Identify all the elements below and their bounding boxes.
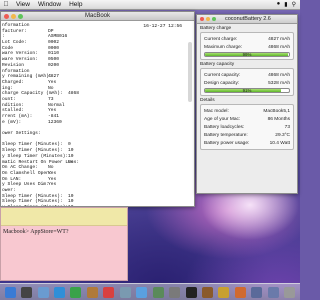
- detail-label: Battery power usage:: [204, 140, 250, 146]
- detail-value: 29.3°C: [275, 132, 290, 138]
- detail-row: Age of your Mac: 86 Months: [204, 115, 290, 123]
- iphoto-icon[interactable]: [152, 286, 164, 298]
- documents-icon[interactable]: [267, 286, 279, 298]
- terminal-output[interactable]: 16-12-27 12:56 nformation facturer: DP: ASM…: [1, 21, 194, 206]
- sticky-note-text[interactable]: Macbook> AppStore=WT?: [1, 226, 127, 238]
- spotlight-icon[interactable]: ⚲: [292, 1, 296, 8]
- terminal-line: y Sleep Timer (Minutes):10: [2, 205, 194, 206]
- battery-charge-heading: Battery charge: [200, 26, 232, 31]
- detail-value: 73: [284, 124, 290, 130]
- battery-charge-box: Current charge: 4827 mAh Maximum charge:…: [200, 32, 294, 60]
- charge-percent: 99%: [242, 52, 252, 57]
- menu-view[interactable]: View: [12, 1, 34, 8]
- safari-icon[interactable]: [54, 286, 66, 298]
- detail-label: Age of your Mac:: [204, 116, 241, 122]
- terminal-window: MacBook 16-12-27 12:56 nformation facture…: [0, 11, 195, 207]
- detail-value: MacBook5,1: [263, 108, 290, 114]
- battery-capacity-box: Current capacity: 4868 mAh Design capaci…: [200, 68, 294, 96]
- sticky-note-header: [1, 208, 127, 226]
- details-box: Mac model: MacBook5,1 Age of your Mac: 8…: [200, 104, 294, 150]
- detail-row: Battery power usage: 10.4 Watt: [204, 139, 290, 147]
- window-controls: [200, 17, 216, 21]
- mail-icon[interactable]: [37, 286, 49, 298]
- coconutbattery-titlebar: coconutBattery 2.6: [197, 15, 297, 24]
- current-charge-row: Current charge: 4827 mAh: [204, 35, 290, 43]
- ical-icon[interactable]: [103, 286, 115, 298]
- terminal-titlebar: MacBook: [1, 12, 194, 21]
- app-icon[interactable]: [218, 286, 230, 298]
- max-charge-row: Maximum charge: 4868 mAh: [204, 43, 290, 51]
- terminal-line-value: 10: [68, 205, 74, 206]
- system-preferences-icon[interactable]: [169, 286, 181, 298]
- current-capacity-label: Current capacity:: [204, 72, 241, 78]
- wifi-icon[interactable]: ●: [277, 1, 281, 8]
- menu-bar:  View Window Help ● ▮ ⚲: [0, 0, 300, 10]
- preview-icon[interactable]: [119, 286, 131, 298]
- apple-menu-icon[interactable]: : [0, 1, 12, 8]
- battery-icon[interactable]: ▮: [284, 1, 287, 8]
- finder-icon[interactable]: [4, 286, 16, 298]
- coconutbattery-icon[interactable]: [201, 286, 213, 298]
- menu-help[interactable]: Help: [65, 1, 86, 8]
- detail-row: Mac model: MacBook5,1: [204, 107, 290, 115]
- detail-value: 86 Months: [267, 116, 290, 122]
- design-capacity-label: Design capacity:: [204, 80, 240, 86]
- minimize-button[interactable]: [206, 17, 210, 21]
- max-charge-value: 4868 mAh: [268, 44, 290, 50]
- detail-value: 10.4 Watt: [269, 140, 290, 146]
- close-button[interactable]: [4, 14, 9, 19]
- design-capacity-value: 5328 mAh: [268, 80, 290, 86]
- coconutbattery-window: coconutBattery 2.6 Battery charge Curren…: [196, 14, 298, 194]
- app-icon[interactable]: [234, 286, 246, 298]
- design-capacity-row: Design capacity: 5328 mAh: [204, 79, 290, 87]
- ichat-icon[interactable]: [70, 286, 82, 298]
- menu-window[interactable]: Window: [34, 1, 65, 8]
- trash-icon[interactable]: [284, 286, 296, 298]
- current-charge-label: Current charge:: [204, 36, 238, 42]
- itunes-icon[interactable]: [136, 286, 148, 298]
- current-capacity-row: Current capacity: 4868 mAh: [204, 71, 290, 79]
- zoom-button[interactable]: [212, 17, 216, 21]
- terminal-line-label: y Sleep Timer (Minutes):: [2, 205, 68, 206]
- detail-row: Battery loadcycles: 73: [204, 123, 290, 131]
- details-heading: Details: [200, 98, 215, 103]
- battery-capacity-heading: Battery capacity: [200, 62, 235, 67]
- capacity-percent: 91%: [242, 88, 252, 93]
- dock: [0, 283, 300, 300]
- window-controls: [4, 14, 23, 19]
- address-book-icon[interactable]: [86, 286, 98, 298]
- detail-label: Battery temperature:: [204, 132, 248, 138]
- sticky-note[interactable]: Macbook> AppStore=WT?: [0, 207, 128, 281]
- downloads-icon[interactable]: [251, 286, 263, 298]
- max-charge-label: Maximum charge:: [204, 44, 243, 50]
- capacity-progress-bar: 91%: [204, 88, 290, 93]
- current-capacity-value: 4868 mAh: [268, 72, 290, 78]
- detail-label: Battery loadcycles:: [204, 124, 245, 130]
- detail-row: Battery temperature: 29.3°C: [204, 131, 290, 139]
- detail-label: Mac model:: [204, 108, 229, 114]
- menu-extras: ● ▮ ⚲: [277, 1, 300, 8]
- close-button[interactable]: [200, 17, 204, 21]
- current-charge-value: 4827 mAh: [268, 36, 290, 42]
- coconutbattery-title: coconutBattery 2.6: [225, 16, 271, 22]
- terminal-title: MacBook: [84, 13, 110, 19]
- charge-progress-bar: 99%: [204, 52, 290, 57]
- terminal-icon[interactable]: [185, 286, 197, 298]
- terminal-scrollbar[interactable]: [188, 42, 192, 102]
- zoom-button[interactable]: [18, 14, 23, 19]
- dashboard-icon[interactable]: [21, 286, 33, 298]
- minimize-button[interactable]: [11, 14, 16, 19]
